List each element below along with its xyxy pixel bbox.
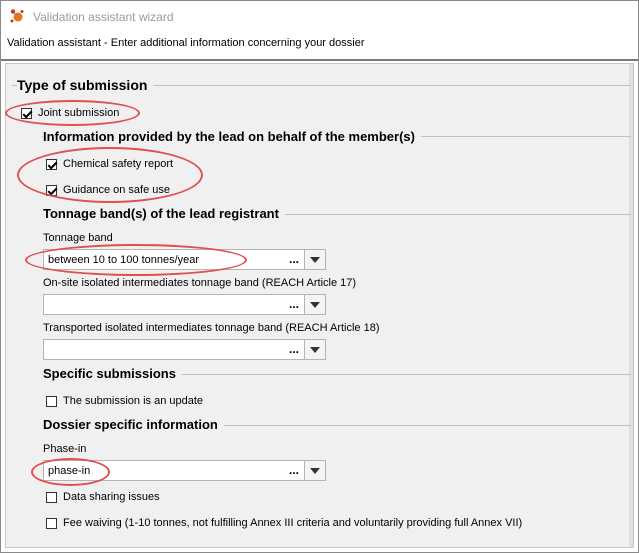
heading-lead-info: Information provided by the lead on beha… [43, 129, 421, 144]
onsite-tonnage-browse-button[interactable]: ... [289, 297, 299, 311]
window-title: Validation assistant wizard [33, 10, 174, 24]
data-sharing-row[interactable]: Data sharing issues [46, 491, 160, 503]
guidance-safe-use-checkbox[interactable] [46, 184, 57, 196]
title-bar: Validation assistant wizard [1, 1, 638, 33]
data-sharing-checkbox[interactable] [46, 491, 57, 503]
submission-update-label: The submission is an update [63, 395, 204, 407]
submission-update-row[interactable]: The submission is an update [46, 395, 203, 407]
data-sharing-label: Data sharing issues [63, 491, 160, 503]
wizard-window: Validation assistant wizard Validation a… [0, 0, 639, 553]
tonnage-band-browse-button[interactable]: ... [289, 252, 299, 266]
guidance-safe-use-row[interactable]: Guidance on safe use [46, 184, 170, 196]
guidance-safe-use-label: Guidance on safe use [63, 184, 171, 196]
chevron-down-icon[interactable] [304, 340, 325, 359]
chevron-down-icon[interactable] [304, 250, 325, 269]
onsite-tonnage-label: On-site isolated intermediates tonnage b… [43, 277, 357, 289]
header-separator [1, 59, 638, 61]
fee-waiving-label: Fee waiving (1-10 tonnes, not fulfilling… [63, 517, 523, 529]
submission-update-checkbox[interactable] [46, 395, 57, 407]
chevron-down-icon[interactable] [304, 461, 325, 480]
transported-tonnage-browse-button[interactable]: ... [289, 342, 299, 356]
chevron-down-icon[interactable] [304, 295, 325, 314]
tonnage-band-value: between 10 to 100 tonnes/year [48, 254, 200, 266]
phase-in-value: phase-in [48, 465, 91, 477]
wizard-subtitle: Validation assistant - Enter additional … [7, 37, 365, 49]
phase-in-browse-button[interactable]: ... [289, 463, 299, 477]
chemical-safety-report-label: Chemical safety report [63, 158, 174, 170]
joint-submission-label: Joint submission [38, 107, 120, 119]
fee-waiving-row[interactable]: Fee waiving (1-10 tonnes, not fulfilling… [46, 517, 522, 529]
joint-submission-checkbox[interactable] [21, 107, 32, 119]
heading-type-of-submission: Type of submission [17, 77, 154, 93]
heading-tonnage: Tonnage band(s) of the lead registrant [43, 206, 285, 221]
tonnage-band-label: Tonnage band [43, 232, 113, 244]
transported-tonnage-label: Transported isolated intermediates tonna… [43, 322, 380, 334]
onsite-tonnage-select[interactable]: ... [43, 294, 326, 315]
app-logo-icon [10, 9, 24, 23]
tonnage-band-select[interactable]: between 10 to 100 tonnes/year ... [43, 249, 326, 270]
fee-waiving-checkbox[interactable] [46, 517, 57, 529]
heading-dossier-info: Dossier specific information [43, 417, 224, 432]
chemical-safety-report-row[interactable]: Chemical safety report [46, 158, 173, 170]
heading-specific-submissions: Specific submissions [43, 366, 182, 381]
joint-submission-row[interactable]: Joint submission [21, 107, 119, 119]
phase-in-select[interactable]: phase-in ... [43, 460, 326, 481]
transported-tonnage-select[interactable]: ... [43, 339, 326, 360]
chemical-safety-report-checkbox[interactable] [46, 158, 57, 170]
form-panel: Type of submission Joint submission Info… [5, 63, 634, 548]
phase-in-label: Phase-in [43, 443, 87, 455]
